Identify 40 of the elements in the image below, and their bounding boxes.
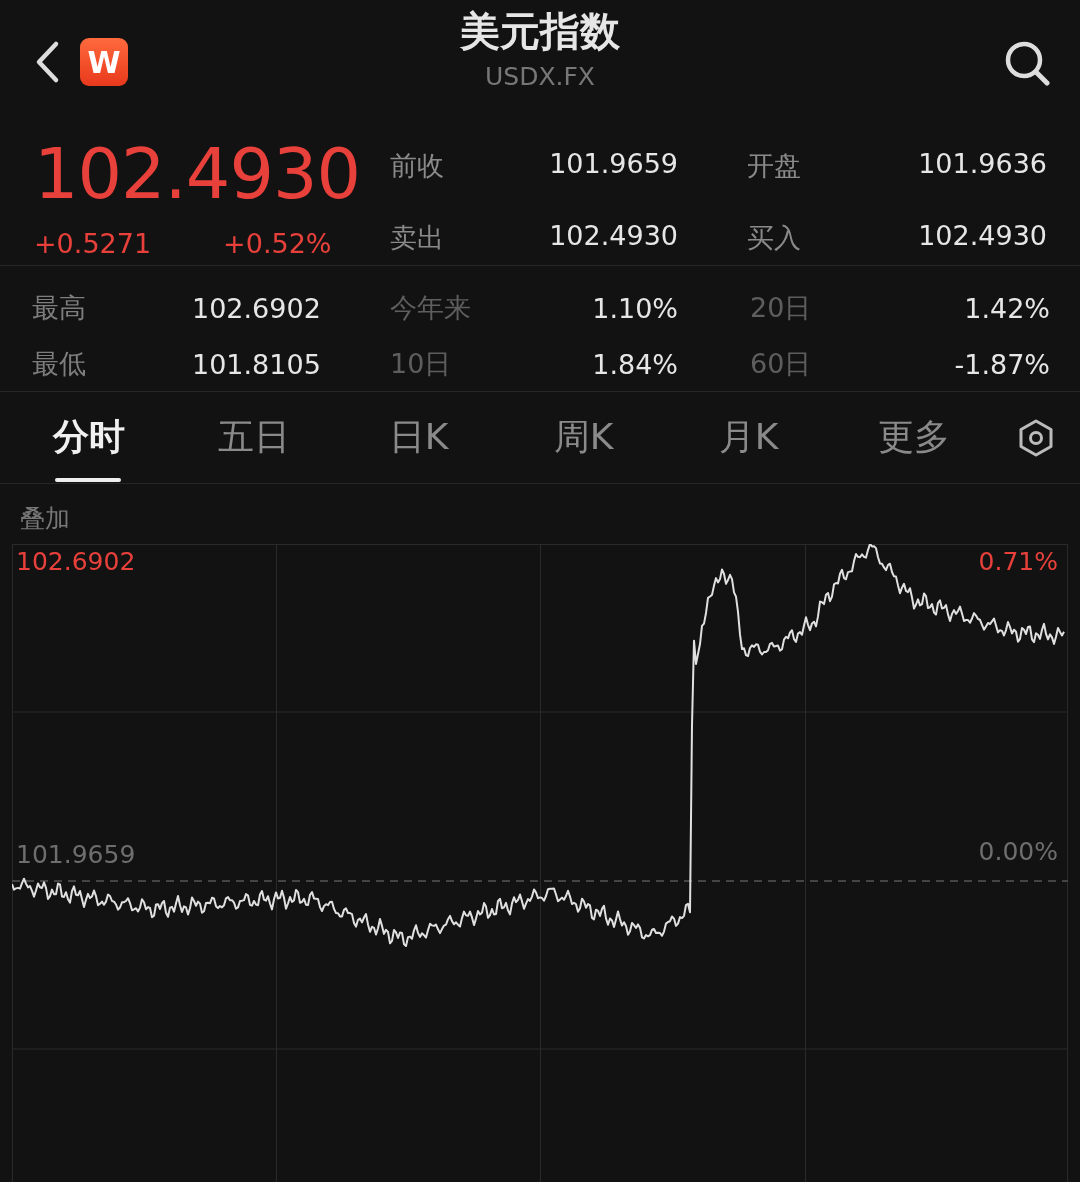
percent-change: +0.52% bbox=[223, 228, 332, 259]
stat-label: 60日 bbox=[749, 347, 813, 381]
chart-tab[interactable]: 月K bbox=[666, 391, 831, 484]
stat-value: 102.6902 bbox=[192, 292, 318, 324]
stat-value: 1.10% bbox=[591, 292, 678, 324]
search-icon[interactable] bbox=[1004, 40, 1050, 86]
field-label: 买入 bbox=[746, 221, 802, 255]
axis-label: 101.9659 bbox=[16, 840, 136, 870]
chart-tab[interactable]: 周K bbox=[501, 391, 666, 484]
field-label: 卖出 bbox=[390, 221, 445, 255]
axis-label: 102.6902 bbox=[16, 547, 136, 577]
field-value: 101.9659 bbox=[548, 148, 678, 179]
symbol-label: USDX.FX bbox=[485, 61, 595, 93]
stat-value: 1.84% bbox=[591, 348, 678, 380]
stat-label: 20日 bbox=[749, 291, 813, 325]
stat-value: 101.8105 bbox=[192, 348, 318, 380]
settings-icon[interactable] bbox=[1018, 418, 1054, 457]
chart-tab[interactable]: 五日 bbox=[171, 391, 336, 484]
field-value: 102.4930 bbox=[917, 220, 1047, 251]
price-change: +0.5271 bbox=[34, 228, 152, 259]
field-value: 102.4930 bbox=[548, 220, 678, 251]
stat-value: -1.87% bbox=[953, 348, 1050, 380]
stat-label: 今年来 bbox=[389, 291, 472, 325]
axis-label: 0.71% bbox=[978, 547, 1058, 577]
chart-tab[interactable]: 分时 bbox=[6, 391, 171, 484]
stat-label: 最低 bbox=[32, 347, 87, 381]
last-price: 102.4930 bbox=[34, 132, 361, 216]
stat-label: 10日 bbox=[389, 347, 453, 381]
axis-label: 0.00% bbox=[978, 837, 1058, 867]
chart-tab[interactable]: 日K bbox=[336, 391, 501, 484]
back-icon[interactable] bbox=[34, 40, 60, 84]
field-label: 前收 bbox=[390, 149, 445, 183]
field-value: 101.9636 bbox=[917, 148, 1047, 179]
field-label: 开盘 bbox=[746, 149, 802, 183]
page-title: 美元指数 bbox=[460, 7, 620, 56]
stat-value: 1.42% bbox=[963, 292, 1050, 324]
overlay-option[interactable]: 叠加 bbox=[20, 502, 70, 536]
app-logo: W bbox=[80, 38, 128, 86]
stat-label: 最高 bbox=[32, 291, 87, 325]
chart-tab[interactable]: 更多 bbox=[831, 391, 996, 484]
